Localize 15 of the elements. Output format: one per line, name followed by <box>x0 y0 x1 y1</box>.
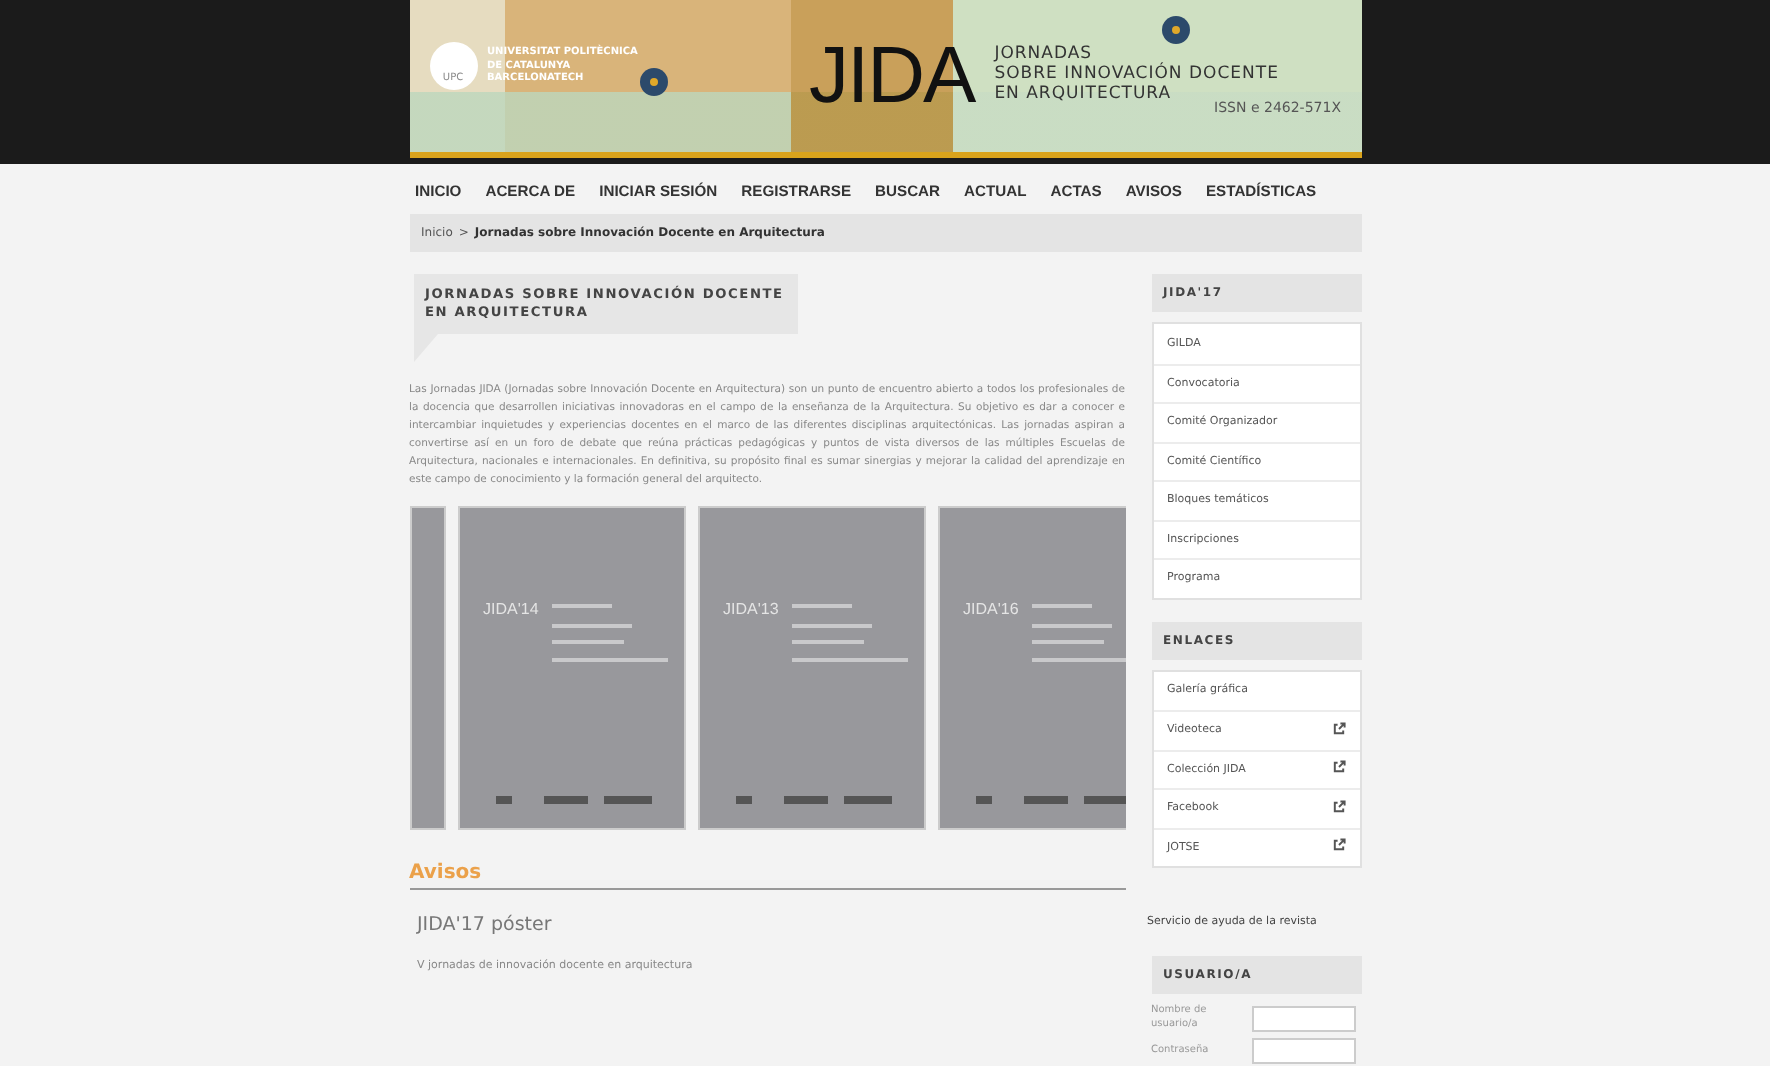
external-link-icon <box>1331 760 1345 775</box>
external-link-icon <box>1331 721 1345 736</box>
input-field[interactable] <box>1251 1005 1355 1031</box>
dot-icon <box>1161 16 1189 44</box>
notice-title[interactable]: JIDA'17 póster <box>417 913 1125 936</box>
input-field[interactable] <box>1251 1038 1355 1064</box>
cover-title: JIDA'16 <box>963 599 1019 618</box>
cover-title: JIDA'14 <box>483 599 539 618</box>
dot-icon <box>639 68 667 96</box>
external-link-icon <box>1331 799 1345 814</box>
book-cover[interactable] <box>409 505 445 830</box>
section-heading: Avisos <box>409 861 1125 890</box>
external-link-icon <box>1331 838 1345 853</box>
site-subtitle: JORNADAS SOBRE INNOVACIÓN DOCENTE EN ARQUITECTURA <box>994 46 1279 104</box>
cover-title: JIDA'13 <box>723 599 779 618</box>
